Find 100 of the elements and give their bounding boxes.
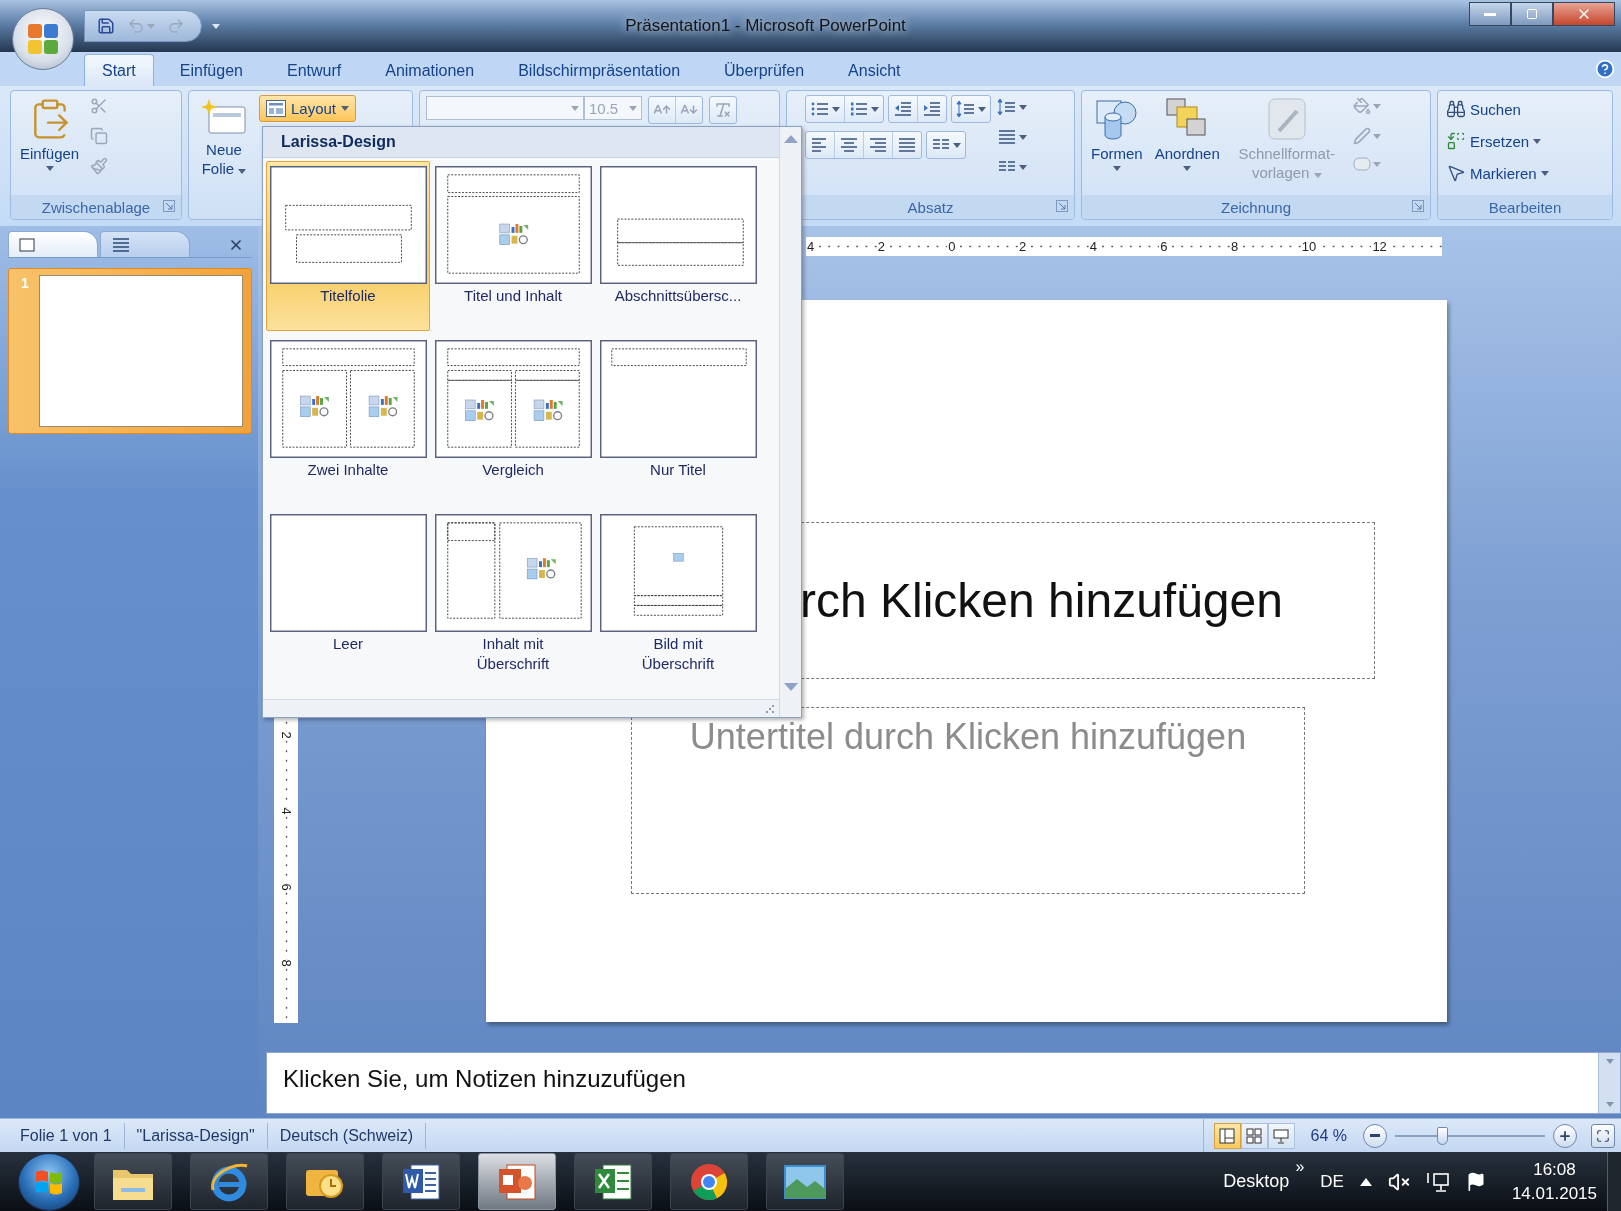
customize-toolbar-button[interactable] xyxy=(210,21,222,31)
view-button[interactable] xyxy=(1267,1122,1295,1149)
taskbar-button[interactable] xyxy=(574,1153,652,1210)
layout-button[interactable]: Layout xyxy=(259,95,357,122)
ruler-number: 6 xyxy=(1159,239,1169,254)
taskbar-button[interactable] xyxy=(286,1153,364,1210)
desktop-toolbar-label[interactable]: Desktop xyxy=(1223,1171,1290,1192)
language-indicator[interactable]: DE xyxy=(1320,1171,1344,1192)
undo-icon xyxy=(127,17,145,35)
layout-option[interactable]: Titel und Inhalt xyxy=(431,161,595,331)
scrollbar[interactable] xyxy=(1598,1053,1620,1113)
clear-formatting-icon xyxy=(714,101,732,119)
dialog-launcher-icon[interactable] xyxy=(163,200,175,212)
landscape-icon xyxy=(782,1162,828,1201)
chevron[interactable]: » xyxy=(1295,1158,1305,1176)
layout-option[interactable]: Inhalt mit Überschrift xyxy=(431,509,595,679)
ruler-number: 10 xyxy=(1300,239,1318,254)
find-button[interactable]: Suchen xyxy=(1444,97,1551,121)
layout-option[interactable]: Nur Titel xyxy=(596,335,760,505)
layout-option[interactable]: Zwei Inhalte xyxy=(266,335,430,505)
taskbar-button[interactable] xyxy=(94,1153,172,1210)
ribbon-tab[interactable]: Überprüfen xyxy=(706,54,823,86)
indent-icon xyxy=(922,99,942,119)
replace-button[interactable]: Ersetzen xyxy=(1444,129,1551,153)
ruler-number: 6 xyxy=(279,883,293,891)
group-label: Absatz xyxy=(907,198,954,216)
scroll-down-icon[interactable] xyxy=(783,683,798,691)
window-title: Präsentation1 - Microsoft PowerPoint xyxy=(624,16,907,36)
taskbar-button[interactable] xyxy=(190,1153,268,1210)
dialog-launcher-icon[interactable] xyxy=(1412,200,1424,212)
caret-icon xyxy=(1540,170,1549,176)
maximize-icon xyxy=(1526,8,1538,20)
zoom-level-text[interactable]: 64 % xyxy=(1310,1126,1347,1145)
office-logo-icon xyxy=(25,21,61,57)
show-desktop-button[interactable] xyxy=(1607,1152,1621,1211)
caret-icon xyxy=(1605,1059,1614,1064)
projector-screen-icon xyxy=(1273,1127,1290,1144)
help-icon[interactable] xyxy=(1595,59,1615,79)
layout-option[interactable]: Titelfolie xyxy=(266,161,430,331)
shapes-button[interactable]: Formen xyxy=(1088,95,1146,173)
ribbon-tab[interactable]: Entwurf xyxy=(268,54,360,86)
slide-number: 1 xyxy=(20,275,30,291)
close-pane-button[interactable] xyxy=(228,237,244,253)
view-button[interactable] xyxy=(1213,1122,1241,1149)
select-button[interactable]: Markieren xyxy=(1444,161,1551,185)
fit-to-window-button[interactable] xyxy=(1591,1123,1615,1148)
network-icon[interactable] xyxy=(1425,1170,1450,1193)
ruler-number: 2 xyxy=(876,239,886,254)
view-button[interactable] xyxy=(1240,1122,1268,1149)
ribbon-tab[interactable]: Einfügen xyxy=(161,54,261,86)
font-name-field[interactable] xyxy=(426,96,584,120)
ribbon-tab[interactable]: Ansicht xyxy=(830,54,919,86)
close-button[interactable] xyxy=(1553,2,1615,26)
caret-up-icon[interactable] xyxy=(1359,1177,1372,1186)
caret-icon xyxy=(571,105,579,111)
binoculars-icon xyxy=(1446,99,1466,119)
slider-thumb[interactable] xyxy=(1436,1126,1448,1145)
clock[interactable]: 16:08 14.01.2015 xyxy=(1511,1159,1597,1204)
cursor-icon xyxy=(1446,163,1466,183)
arrange-button[interactable]: Anordnen xyxy=(1151,95,1223,173)
new-slide-button[interactable]: Neue Folie xyxy=(195,95,253,180)
minus-icon xyxy=(1370,1134,1380,1137)
dialog-launcher-icon[interactable] xyxy=(1056,200,1068,212)
gallery-scrollbar[interactable] xyxy=(779,127,801,717)
zoom-out-button[interactable] xyxy=(1363,1123,1387,1148)
caret-icon xyxy=(1019,134,1027,140)
caret-icon xyxy=(871,106,879,112)
maximize-button[interactable] xyxy=(1511,2,1553,26)
line-spacing-button[interactable] xyxy=(951,95,991,123)
caret-icon xyxy=(1533,138,1542,144)
layout-icon xyxy=(266,100,286,117)
ruler-number: 12 xyxy=(1371,239,1388,254)
scissors-icon xyxy=(90,97,109,115)
columns-button[interactable] xyxy=(926,131,966,159)
outdent-icon xyxy=(893,99,913,119)
caret-icon xyxy=(1112,166,1121,171)
slides-tab[interactable] xyxy=(8,231,98,257)
ribbon-tab[interactable]: Start xyxy=(84,54,154,86)
outline-tab[interactable] xyxy=(100,231,190,257)
ribbon-tab[interactable]: Animationen xyxy=(367,54,493,86)
caret-icon xyxy=(953,142,961,148)
taskbar-button[interactable] xyxy=(766,1153,844,1210)
gallery-heading: Larissa-Design xyxy=(263,127,779,158)
layout-option[interactable]: Abschnittsübersc... xyxy=(596,161,760,331)
layout-option[interactable]: Vergleich xyxy=(431,335,595,505)
clear-formatting-button[interactable] xyxy=(709,96,737,124)
minimize-button[interactable] xyxy=(1469,2,1511,26)
grid-view-icon xyxy=(1246,1127,1263,1144)
close-icon xyxy=(228,237,244,253)
align-text-icon xyxy=(997,127,1017,147)
plus-icon xyxy=(1558,1128,1572,1143)
ribbon-tab[interactable]: Bildschirmpräsentation xyxy=(500,54,699,86)
paste-button[interactable]: Einfügen xyxy=(17,95,83,173)
layout-option[interactable]: Leer xyxy=(266,509,430,679)
zoom-in-button[interactable] xyxy=(1553,1123,1577,1148)
taskbar-button[interactable] xyxy=(382,1153,460,1210)
scroll-up-icon[interactable] xyxy=(783,135,798,143)
caret-icon xyxy=(1372,103,1381,109)
resize-grip-icon[interactable] xyxy=(765,703,775,714)
taskbar-button[interactable] xyxy=(670,1153,748,1210)
